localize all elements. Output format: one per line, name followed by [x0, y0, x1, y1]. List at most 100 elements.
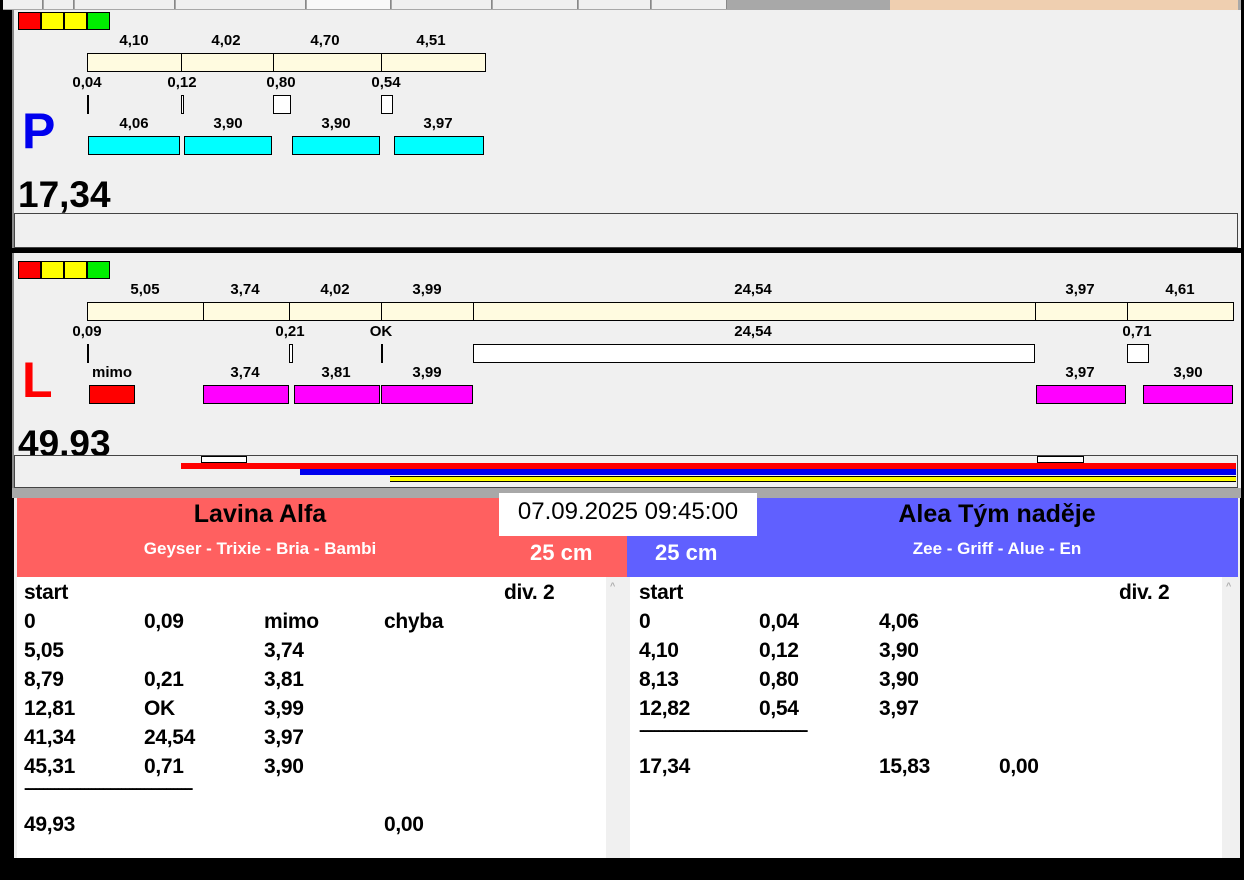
tab-active[interactable]: [307, 0, 391, 9]
run-bar: [1143, 385, 1233, 404]
tab[interactable]: [493, 0, 578, 9]
gap-mark: [87, 344, 89, 363]
gap-label: 0,80: [266, 74, 296, 91]
tab[interactable]: [652, 0, 727, 9]
right-team-name: Alea Tým naděje: [898, 500, 1096, 528]
tab[interactable]: [392, 0, 492, 9]
segment-bar: [381, 302, 474, 321]
segment-bar: [289, 302, 382, 321]
list-cell: 3,74: [264, 639, 304, 662]
list-cell: 12,81: [24, 697, 76, 720]
status-light: [64, 261, 87, 279]
gap-mark: [1127, 344, 1149, 363]
segment-bar: [473, 302, 1036, 321]
lane-l-panel: [12, 253, 1241, 489]
status-light: [41, 261, 64, 279]
segment-bar: [381, 53, 486, 72]
list-cell: 3,90: [879, 639, 919, 662]
scroll-up-icon[interactable]: ^: [1226, 581, 1231, 591]
run-label: 3,74: [230, 364, 260, 381]
tab[interactable]: [3, 0, 43, 9]
run-label: 4,06: [119, 115, 149, 132]
gap-mark: [289, 344, 293, 363]
list-cell: 3,81: [264, 668, 304, 691]
list-cell: OK: [144, 697, 175, 720]
progress-marker: [1037, 456, 1084, 463]
segment-label: 4,51: [416, 32, 446, 49]
gap-label: 0,09: [72, 323, 102, 340]
list-total-cell: 17,34: [639, 755, 691, 778]
list-cell: 24,54: [144, 726, 196, 749]
run-label: 3,90: [1173, 364, 1203, 381]
right-results-list[interactable]: [630, 577, 1222, 858]
run-label: 3,90: [213, 115, 243, 132]
division-label: div. 2: [504, 581, 555, 604]
list-cell: mimo: [264, 610, 319, 633]
segment-label: 5,05: [130, 281, 160, 298]
right-dog-height: 25 cm: [655, 540, 718, 565]
list-separator: ----------------------------------------…: [639, 722, 808, 739]
run-bar: [203, 385, 289, 404]
list-total-cell: 49,93: [24, 813, 76, 836]
left-team-members: Geyser - Trixie - Bria - Bambi: [143, 539, 377, 558]
tab[interactable]: [579, 0, 651, 9]
list-cell: 3,90: [264, 755, 304, 778]
list-total-cell: 0,00: [384, 813, 424, 836]
gap-mark: [381, 344, 383, 363]
segment-label: 4,61: [1165, 281, 1195, 298]
list-cell: 45,31: [24, 755, 76, 778]
segment-label: 3,74: [230, 281, 260, 298]
tab[interactable]: [44, 0, 74, 9]
run-bar: [1036, 385, 1126, 404]
status-light: [87, 12, 110, 30]
gap-label: 0,21: [275, 323, 305, 340]
list-header: start: [24, 581, 69, 604]
run-label: mimo: [91, 364, 133, 381]
segment-bar: [1035, 302, 1128, 321]
lane-p-progress-box: [14, 213, 1238, 248]
gap-label: 0,12: [167, 74, 197, 91]
status-light: [64, 12, 87, 30]
list-cell: 0,12: [759, 639, 799, 662]
gap-label: 0,54: [371, 74, 401, 91]
progress-marker: [201, 456, 247, 463]
run-bar: [394, 136, 484, 155]
status-light: [41, 12, 64, 30]
gap-mark: [181, 95, 184, 114]
left-scrollbar[interactable]: ^: [606, 577, 622, 858]
list-cell: chyba: [384, 610, 444, 633]
gap-mark: [381, 95, 393, 114]
list-cell: 3,99: [264, 697, 304, 720]
segment-bar: [87, 53, 182, 72]
tab[interactable]: [176, 0, 306, 9]
list-cell: 0,54: [759, 697, 799, 720]
list-cell: 0: [24, 610, 36, 633]
run-bar: [381, 385, 473, 404]
list-cell: 0: [639, 610, 651, 633]
segment-label: 4,02: [211, 32, 241, 49]
list-cell: 0,80: [759, 668, 799, 691]
tab[interactable]: [75, 0, 175, 9]
left-team-name: Lavina Alfa: [193, 500, 327, 528]
segment-label: 3,97: [1065, 281, 1095, 298]
list-header: start: [639, 581, 684, 604]
segment-label: 3,99: [412, 281, 442, 298]
list-cell: 0,04: [759, 610, 799, 633]
list-cell: 3,97: [264, 726, 304, 749]
segment-label: 4,70: [310, 32, 340, 49]
division-label: div. 2: [1119, 581, 1170, 604]
blue-progress-line: [300, 469, 1236, 475]
gap-label: OK: [369, 323, 393, 340]
list-cell: 0,09: [144, 610, 184, 633]
scroll-up-icon[interactable]: ^: [610, 581, 615, 591]
left-dog-height: 25 cm: [530, 540, 593, 565]
segment-bar: [1127, 302, 1234, 321]
yellow-progress-line: [390, 476, 1236, 482]
segment-bar: [87, 302, 204, 321]
segment-label: 4,02: [320, 281, 350, 298]
list-cell: 3,90: [879, 668, 919, 691]
list-cell: 4,10: [639, 639, 679, 662]
segment-label: 24,54: [734, 281, 772, 298]
right-scrollbar[interactable]: ^: [1222, 577, 1238, 858]
gap-mark: [273, 95, 291, 114]
